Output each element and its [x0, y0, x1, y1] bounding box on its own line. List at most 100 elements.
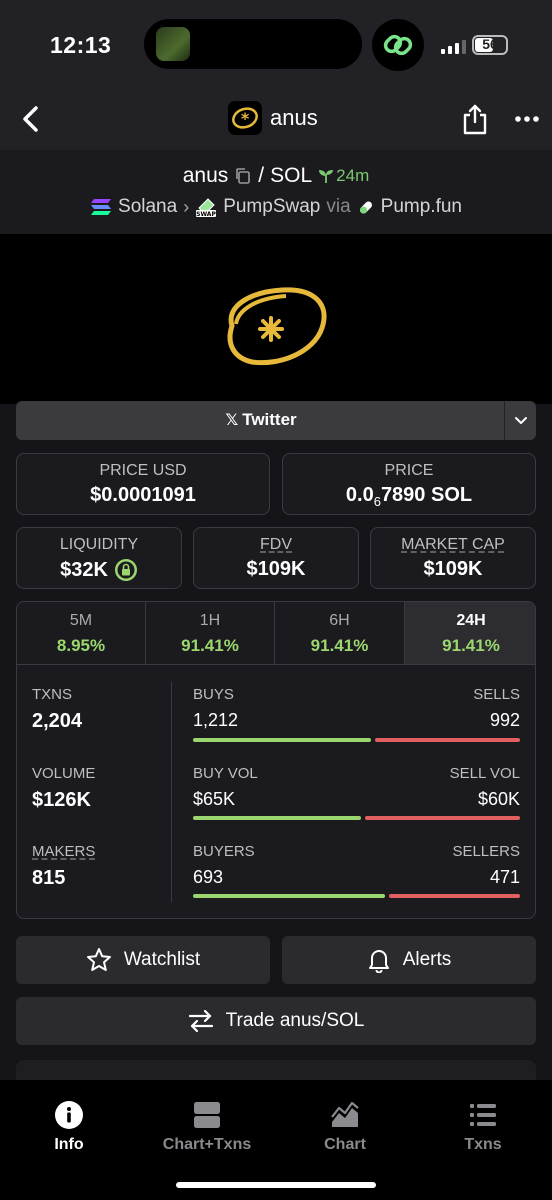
- sellers-value: 471: [489, 867, 520, 887]
- pair-quote: SOL: [270, 164, 313, 187]
- chevron-down-icon: [515, 417, 527, 424]
- tab-24h-label: 24H: [456, 612, 486, 629]
- twitter-label: 𝕏 Twitter: [16, 410, 506, 430]
- nav-title: * anus: [228, 100, 318, 136]
- info-icon: [55, 1101, 83, 1129]
- volume-label: VOLUME: [32, 765, 96, 782]
- buys-value: 1,212: [193, 710, 239, 730]
- market-cap-label-wrap: MARKET CAP: [371, 536, 535, 554]
- tab-1h-change: 91.41%: [181, 636, 239, 655]
- trade-label: Trade anus/SOL: [225, 1010, 365, 1031]
- next-section-peek: [16, 1060, 536, 1080]
- liquidity-card: LIQUIDITY $32K: [16, 527, 182, 589]
- makers-label: MAKERS: [32, 843, 96, 860]
- token-name: anus: [270, 105, 318, 130]
- tabbar-chart[interactable]: Chart: [276, 1100, 414, 1154]
- twitter-button[interactable]: 𝕏 Twitter: [16, 401, 536, 440]
- list-icon: [470, 1104, 496, 1126]
- buyers-value: 693: [193, 867, 224, 887]
- socials-dropdown[interactable]: [504, 401, 536, 440]
- buy-vol-label: BUY VOL: [193, 765, 258, 782]
- chain-name[interactable]: Solana: [118, 196, 177, 218]
- tabbar-txns[interactable]: Txns: [414, 1100, 552, 1154]
- watchlist-button[interactable]: Watchlist: [16, 936, 270, 984]
- area-chart-icon: [331, 1101, 359, 1127]
- price-digits: 7890 SOL: [380, 484, 473, 506]
- tab-5m-label: 5M: [69, 612, 93, 629]
- trade-button[interactable]: Trade anus/SOL: [16, 997, 536, 1045]
- market-cap-value: $109K: [423, 558, 483, 580]
- fdv-label-wrap: FDV: [194, 536, 358, 554]
- alerts-label: Alerts: [402, 949, 452, 970]
- tabbar-chart-txns[interactable]: Chart+Txns: [138, 1100, 276, 1154]
- token-logo-icon: *: [228, 101, 262, 135]
- sellers-bar: [389, 894, 520, 898]
- token-banner-logo: [227, 287, 327, 366]
- svg-text:*: *: [241, 109, 250, 128]
- tab-5m-change: 8.95%: [56, 636, 106, 655]
- chevron-right-icon: ›: [183, 196, 190, 217]
- pill-icon: [359, 201, 372, 214]
- fdv-label: FDV: [260, 536, 292, 553]
- x-icon: 𝕏: [225, 412, 239, 429]
- buys-bar: [193, 738, 371, 742]
- tab-24h[interactable]: 24H 91.41%: [405, 602, 535, 665]
- makers-value: 815: [32, 867, 66, 889]
- battery-level: 56: [482, 36, 498, 52]
- home-indicator: [176, 1182, 376, 1188]
- price-usd-label: PRICE USD: [99, 462, 187, 479]
- tab-24h-change: 91.41%: [442, 636, 500, 655]
- status-time: 12:13: [50, 32, 112, 58]
- lock-icon[interactable]: [114, 558, 138, 582]
- sell-vol-bar: [365, 816, 520, 820]
- tab-1h[interactable]: 1H 91.41%: [146, 602, 275, 665]
- liquidity-amount: $32K: [60, 558, 108, 581]
- tabbar-info[interactable]: Info: [0, 1100, 138, 1154]
- top-nav: * anus: [0, 90, 552, 150]
- sells-value: 992: [489, 710, 520, 730]
- liquidity-value: $32K: [17, 558, 181, 582]
- buy-vol-bar: [193, 816, 361, 820]
- price-native-label: PRICE: [384, 462, 434, 479]
- sell-vol-label: SELL VOL: [449, 765, 520, 782]
- fdv-value: $109K: [246, 558, 306, 580]
- live-activity-thumbnail: [156, 27, 190, 61]
- price-usd-card: PRICE USD $0.0001091: [16, 453, 270, 515]
- share-icon[interactable]: [460, 102, 490, 136]
- launchpad-name[interactable]: Pump.fun: [381, 196, 462, 218]
- sprout-icon: [319, 170, 334, 183]
- pair-age-value: 24m: [336, 166, 370, 185]
- tab-6h-label: 6H: [329, 612, 350, 629]
- buys-label: BUYS: [193, 686, 234, 703]
- sells-label: SELLS: [473, 686, 520, 703]
- tabbar-chart-label: Chart: [324, 1136, 366, 1153]
- txns-label: TXNS: [32, 686, 73, 703]
- txns-value: 2,204: [32, 710, 83, 732]
- chevron-left-icon[interactable]: [16, 102, 46, 136]
- price-native-value: 0.067890 SOL: [283, 484, 535, 509]
- market-cap-card: MARKET CAP $109K: [370, 527, 536, 589]
- pumpswap-icon: SWAP: [196, 198, 217, 218]
- fdv-card: FDV $109K: [193, 527, 359, 589]
- price-usd-value: $0.0001091: [90, 484, 196, 506]
- tab-6h[interactable]: 6H 91.41%: [275, 602, 405, 665]
- price-native-card: PRICE 0.067890 SOL: [282, 453, 536, 515]
- alerts-button[interactable]: Alerts: [282, 936, 536, 984]
- tab-6h-change: 91.41%: [310, 636, 369, 655]
- liquidity-label: LIQUIDITY: [59, 536, 139, 553]
- bell-icon: [368, 950, 389, 973]
- tab-1h-label: 1H: [199, 612, 221, 629]
- pair-header: anus / SOL 24m Solana › SWAP PumpSwap vi…: [0, 150, 552, 234]
- twitter-text: Twitter: [242, 410, 297, 429]
- solana-icon: [91, 199, 112, 215]
- price-prefix: 0.0: [345, 484, 374, 506]
- star-icon: [86, 948, 111, 971]
- copy-icon[interactable]: [234, 167, 252, 185]
- tabbar-info-label: Info: [54, 1136, 84, 1153]
- sells-bar: [375, 738, 520, 742]
- more-icon[interactable]: [512, 106, 542, 132]
- dex-name[interactable]: PumpSwap: [223, 196, 320, 218]
- svg-text:SWAP: SWAP: [196, 211, 216, 218]
- tab-5m[interactable]: 5M 8.95%: [17, 602, 146, 665]
- sell-vol-value: $60K: [477, 789, 520, 809]
